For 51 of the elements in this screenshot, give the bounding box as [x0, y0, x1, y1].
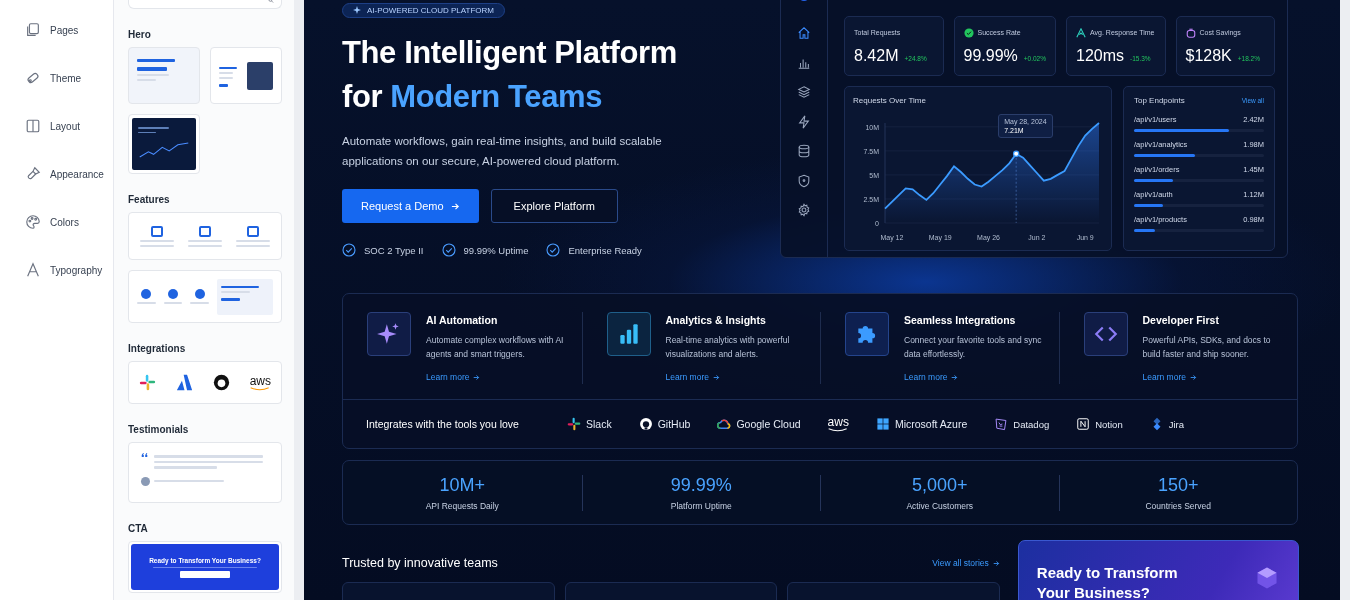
section-heading: Testimonials	[128, 424, 190, 435]
metric-label: Active Customers	[906, 500, 974, 511]
integration-name: Microsoft Azure	[894, 418, 968, 430]
stat-value: 120ms	[1076, 47, 1125, 65]
sidebar-label: Appearance	[50, 168, 104, 180]
cta-title: Ready to Transform Your Business?	[1036, 563, 1179, 600]
metric-value: 10M+	[439, 474, 485, 496]
badge-label: AI-POWERED CLOUD PLATFORM	[367, 5, 494, 15]
sidebar-label: Pages	[50, 24, 79, 36]
section-heading: Features	[128, 194, 171, 205]
feature-title: AI Automation	[426, 314, 499, 326]
sidebar-label: Theme	[50, 72, 82, 84]
integration-name: Google Cloud	[736, 418, 801, 430]
section-heading: Integrations	[128, 343, 187, 354]
feature-description: Connect your favorite tools and sync data effortlessly.	[904, 334, 1043, 361]
feature-description: Powerful APIs, SDKs, and docs to build faster and ship sooner.	[1142, 334, 1272, 361]
sidebar-label: Layout	[50, 120, 81, 132]
section-title: Trusted by innovative teams	[342, 556, 498, 570]
feature-title: Seamless Integrations	[904, 314, 1017, 326]
metric-label: Countries Served	[1145, 500, 1212, 511]
chart-title: Requests Over Time	[853, 96, 927, 105]
sidebar-label: Colors	[50, 216, 79, 228]
integration-name: Datadog	[1013, 418, 1050, 430]
integration-name: Notion	[1095, 418, 1123, 430]
section-heading: Hero	[128, 29, 152, 40]
section-heading: CTA	[128, 523, 149, 534]
stat-value: $128K	[1185, 47, 1232, 65]
panel-title: Top Endpoints	[1134, 96, 1185, 105]
feature-title: Analytics & Insights	[665, 314, 767, 326]
feature-description: Real-time analytics with powerful visualizations and alerts.	[665, 334, 791, 361]
integration-name: Slack	[586, 418, 612, 430]
sidebar-label: Typography	[50, 264, 103, 276]
feature-badge-text: 99.99% Uptime	[463, 244, 529, 256]
metric-value: 5,000+	[911, 474, 968, 496]
stat-value: 99.99%	[963, 47, 1018, 65]
metric-value: 99.99%	[670, 474, 732, 496]
stat-value: 8.42M	[854, 47, 899, 65]
metric-label: API Requests Daily	[425, 500, 499, 511]
metric-label: Platform Uptime	[670, 500, 732, 511]
integration-name: Jira	[1168, 418, 1184, 430]
hero-description: Automate workflows, gain real-time insights, and build scalable applications on our secure, AI-powered cloud platform.	[342, 134, 663, 169]
hero-title: The Intelligent Platform for Modern Teams	[342, 34, 678, 116]
feature-badge-text: Enterprise Ready	[568, 244, 642, 256]
feature-title: Developer First	[1142, 314, 1220, 326]
feature-description: Automate complex workflows with AI agents and smart triggers.	[426, 334, 565, 361]
metric-value: 150+	[1157, 474, 1199, 496]
feature-badge-text: SOC 2 Type II	[364, 244, 424, 256]
logo-wordmark: aws	[249, 374, 271, 387]
integrations-label: Integrates with the tools you love	[366, 418, 520, 430]
logo-wordmark: aws	[827, 416, 849, 428]
integration-name: GitHub	[657, 418, 691, 430]
